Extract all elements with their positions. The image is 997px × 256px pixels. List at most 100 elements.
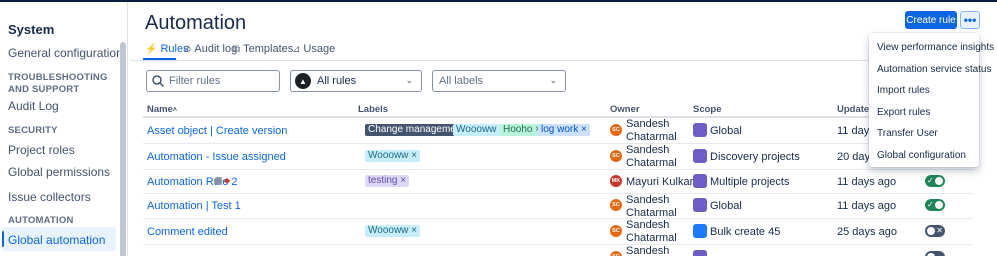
label-lozenge[interactable]: Woooww × bbox=[365, 225, 421, 237]
sidebar-scrollbar[interactable] bbox=[120, 42, 126, 256]
avatar: SC bbox=[610, 251, 622, 256]
label-lozenge[interactable]: log work × bbox=[538, 124, 590, 136]
tab-audit-log[interactable]: ⊘ Audit log bbox=[183, 43, 237, 55]
rules-select[interactable]: ▲ All rules ⌄ bbox=[290, 70, 422, 92]
sidebar-item-audit-log[interactable]: Audit Log bbox=[8, 99, 59, 113]
sidebar-section-automation: AUTOMATION bbox=[8, 215, 74, 226]
owner-name: Sandesh Chatarmal bbox=[626, 118, 677, 143]
project-icon bbox=[693, 149, 707, 163]
rule-enabled-toggle[interactable]: ✓ bbox=[925, 199, 945, 211]
scope-text: Bulk create 45 bbox=[710, 226, 781, 238]
updated-text: 25 days ago bbox=[837, 226, 897, 238]
column-header-labels: Labels bbox=[358, 104, 389, 115]
project-icon bbox=[693, 224, 707, 238]
more-actions-menu: View performance insights Automation ser… bbox=[869, 33, 994, 167]
filter-rules-input[interactable]: Filter rules bbox=[146, 70, 280, 92]
labels-select[interactable]: All labels ⌄ bbox=[432, 70, 566, 92]
owner-name: Sandesh Chatarmal bbox=[626, 144, 677, 169]
row-divider bbox=[143, 143, 973, 144]
rule-name-link[interactable]: Automation | Test 1 bbox=[147, 200, 241, 212]
labels-select-placeholder: All labels bbox=[439, 75, 484, 87]
avatar: SC bbox=[610, 124, 622, 136]
column-header-name-label: Name bbox=[147, 104, 173, 115]
menu-item-import-rules[interactable]: Import rules bbox=[877, 85, 930, 96]
sidebar-selected-indicator bbox=[2, 231, 4, 247]
rule-enabled-toggle[interactable]: ✕ bbox=[925, 225, 945, 237]
sidebar-title: System bbox=[8, 22, 55, 37]
menu-item-view-performance-insights[interactable]: View performance insights bbox=[877, 42, 994, 53]
label-lozenge[interactable]: testing × bbox=[365, 175, 410, 187]
row-divider bbox=[143, 218, 973, 219]
sort-icon: ˄ bbox=[172, 107, 177, 114]
tab-audit-log-label: Audit log bbox=[194, 43, 238, 55]
row-divider bbox=[143, 169, 973, 170]
rule-name-link[interactable]: Asset object | Create version bbox=[147, 125, 287, 137]
create-rule-button[interactable]: Create rule bbox=[905, 11, 957, 29]
menu-item-transfer-user[interactable]: Transfer User bbox=[877, 128, 938, 139]
updated-text: 11 days ago bbox=[837, 176, 897, 188]
check-icon: ✓ bbox=[927, 200, 934, 209]
sidebar-section-troubleshooting: TROUBLESHOOTING AND SUPPORT bbox=[8, 72, 108, 95]
template-icon: ⧉ bbox=[233, 43, 241, 55]
rule-enabled-toggle[interactable] bbox=[925, 251, 945, 256]
column-header-owner[interactable]: Owner bbox=[610, 104, 640, 115]
tab-templates-label: Templates bbox=[243, 43, 294, 55]
project-icon bbox=[693, 174, 707, 188]
chevron-down-icon: ⌄ bbox=[549, 75, 557, 85]
more-actions-button[interactable]: ••• bbox=[960, 11, 980, 29]
sidebar-item-global-permissions[interactable]: Global permissions bbox=[8, 165, 110, 179]
check-icon: ✓ bbox=[927, 176, 934, 185]
rule-enabled-toggle[interactable]: ✓ bbox=[925, 175, 945, 187]
triangle-icon: ▲ bbox=[295, 73, 311, 89]
table-header-divider bbox=[143, 116, 973, 118]
label-lozenge[interactable]: Woooww × bbox=[365, 150, 421, 162]
rule-name-link[interactable]: Automation - Issue assigned bbox=[147, 151, 286, 163]
column-header-scope[interactable]: Scope bbox=[693, 104, 722, 115]
filter-rules-placeholder: Filter rules bbox=[169, 75, 221, 87]
sidebar: System General configuration TROUBLESHOO… bbox=[0, 2, 128, 256]
tab-templates[interactable]: ⧉ Templates bbox=[233, 43, 293, 55]
chevron-down-icon: ⌄ bbox=[405, 75, 413, 85]
menu-item-global-configuration[interactable]: Global configuration bbox=[877, 150, 966, 161]
sidebar-section-security: SECURITY bbox=[8, 125, 58, 136]
row-divider bbox=[143, 244, 973, 245]
globe-icon bbox=[693, 198, 707, 212]
scope-text: Multiple projects bbox=[710, 176, 790, 188]
sidebar-item-issue-collectors[interactable]: Issue collectors bbox=[8, 190, 91, 204]
column-header-name[interactable]: Name˄ bbox=[147, 104, 177, 115]
sidebar-item-global-automation[interactable]: Global automation bbox=[8, 233, 105, 247]
avatar: SC bbox=[610, 225, 622, 237]
close-icon: ✕ bbox=[936, 226, 943, 235]
owner-name: Sandesh bbox=[626, 245, 670, 256]
updated-text: 11 days ago bbox=[837, 200, 897, 212]
check-circle-icon: ⊘ bbox=[183, 43, 192, 55]
row-divider bbox=[143, 193, 973, 194]
search-icon bbox=[152, 75, 165, 88]
chart-icon: ⊿ bbox=[292, 43, 301, 55]
sidebar-item-general-configuration[interactable]: General configuration bbox=[8, 46, 123, 60]
avatar: SC bbox=[610, 150, 622, 162]
owner-name: Mayuri Kulkarni bbox=[626, 176, 702, 188]
avatar: MK bbox=[610, 175, 622, 187]
rule-name-link[interactable]: Comment edited bbox=[147, 226, 228, 238]
owner-name: Sandesh Chatarmal bbox=[626, 194, 677, 219]
globe-icon bbox=[693, 123, 707, 137]
menu-item-automation-service-status[interactable]: Automation service status bbox=[877, 64, 992, 75]
info-icon[interactable] bbox=[214, 177, 222, 185]
rules-select-value: All rules bbox=[317, 75, 357, 87]
error-icon[interactable]: ◆ bbox=[224, 176, 230, 185]
tabs-divider bbox=[130, 60, 870, 61]
sidebar-item-project-roles[interactable]: Project roles bbox=[8, 143, 75, 157]
scope-text: Global bbox=[710, 200, 742, 212]
scope-text: Global bbox=[710, 125, 742, 137]
top-border bbox=[0, 0, 997, 2]
lightning-icon: ⚡ bbox=[145, 43, 158, 55]
owner-name: Sandesh Chatarmal bbox=[626, 219, 677, 244]
page-title: Automation bbox=[145, 12, 247, 34]
avatar: SC bbox=[610, 199, 622, 211]
scope-text: Discovery projects bbox=[710, 151, 800, 163]
tab-usage[interactable]: ⊿ Usage bbox=[292, 43, 335, 55]
tab-usage-label: Usage bbox=[303, 43, 336, 55]
menu-item-export-rules[interactable]: Export rules bbox=[877, 107, 930, 118]
project-icon bbox=[693, 250, 707, 256]
